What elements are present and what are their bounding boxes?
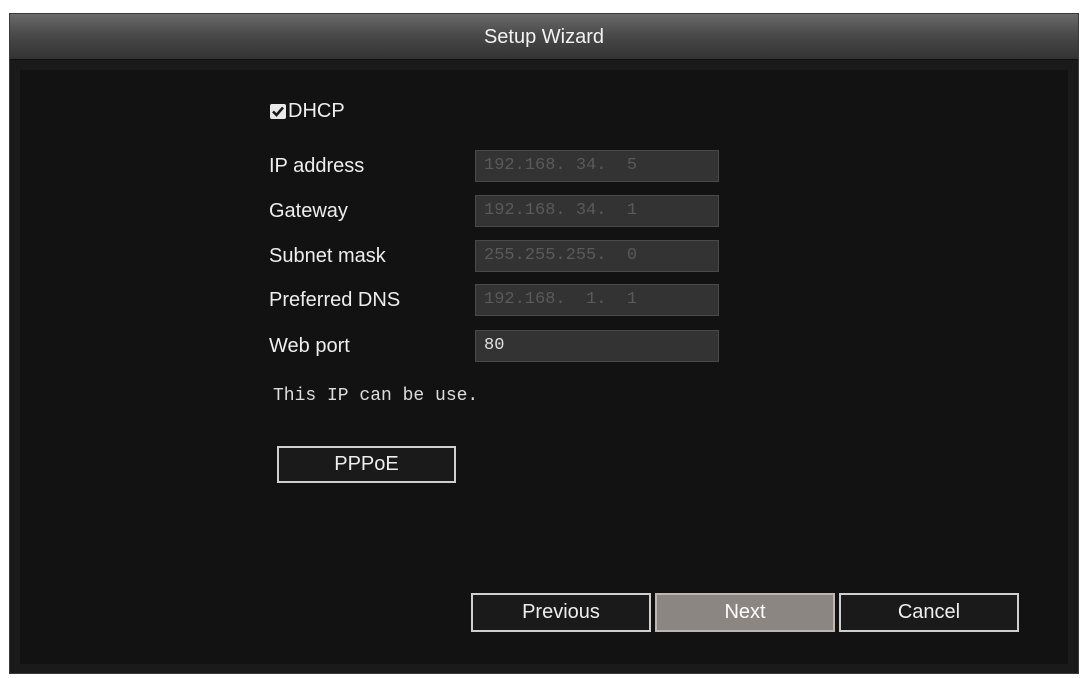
checkbox-checked-icon[interactable] [270, 104, 286, 119]
pppoe-button[interactable]: PPPoE [277, 446, 456, 483]
previous-button[interactable]: Previous [471, 593, 651, 632]
subnet-mask-input: 255.255.255. 0 [475, 240, 719, 272]
title-bar: Setup Wizard [10, 14, 1078, 60]
ip-address-input: 192.168. 34. 5 [475, 150, 719, 182]
cancel-button[interactable]: Cancel [839, 593, 1019, 632]
dhcp-label: DHCP [288, 100, 345, 122]
gateway-label: Gateway [269, 200, 348, 222]
preferred-dns-label: Preferred DNS [269, 289, 401, 311]
subnet-mask-label: Subnet mask [269, 245, 386, 267]
web-port-input[interactable]: 80 [475, 330, 719, 362]
preferred-dns-input: 192.168. 1. 1 [475, 284, 719, 316]
status-message: This IP can be use. [273, 386, 479, 406]
ip-address-label: IP address [269, 155, 365, 177]
gateway-input: 192.168. 34. 1 [475, 195, 719, 227]
web-port-label: Web port [269, 335, 350, 357]
next-button[interactable]: Next [655, 593, 835, 632]
dhcp-option[interactable]: DHCP [270, 100, 345, 123]
window-title: Setup Wizard [483, 26, 605, 48]
